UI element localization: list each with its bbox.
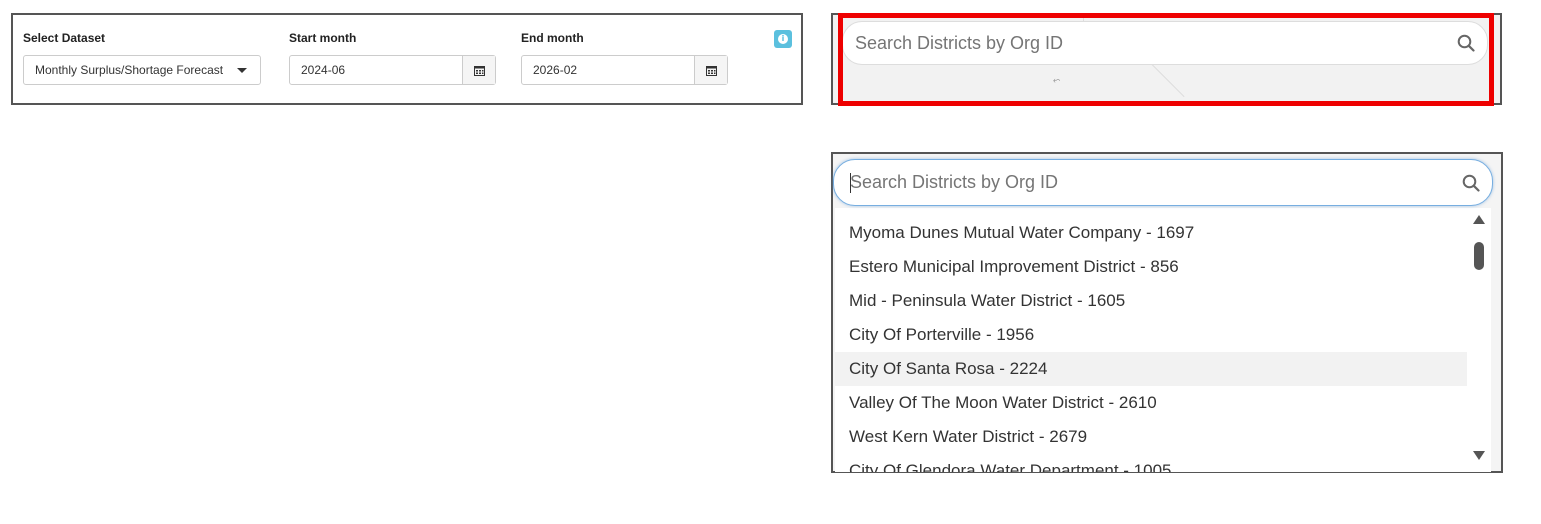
dataset-group: Select Dataset Monthly Surplus/Shortage … <box>23 31 261 85</box>
info-button[interactable]: i <box>774 30 792 48</box>
end-month-label: End month <box>521 31 584 45</box>
result-item[interactable]: City Of Porterville - 1956 <box>835 318 1467 352</box>
scroll-up-icon[interactable] <box>1473 215 1485 224</box>
result-item[interactable]: Valley Of The Moon Water District - 2610 <box>835 386 1467 420</box>
calendar-icon[interactable] <box>694 56 727 84</box>
highlight-box <box>838 13 1494 106</box>
start-month-group: Start month 2024-06 <box>289 31 496 85</box>
caret-down-icon <box>237 68 247 73</box>
district-search-bar-focused[interactable] <box>833 159 1493 206</box>
result-item[interactable]: West Kern Water District - 2679 <box>835 420 1467 454</box>
result-item[interactable]: Estero Municipal Improvement District - … <box>835 250 1467 284</box>
start-month-value: 2024-06 <box>301 63 346 77</box>
result-item[interactable]: City Of Glendora Water Department - 1005 <box>835 454 1467 472</box>
calendar-icon[interactable] <box>462 56 495 84</box>
search-results-list: Myoma Dunes Mutual Water Company - 1697 … <box>835 208 1491 472</box>
results-scrollbar[interactable] <box>1470 208 1490 472</box>
district-search-input[interactable] <box>850 172 1462 193</box>
end-month-value: 2026-02 <box>533 63 578 77</box>
result-item-highlighted[interactable]: City Of Santa Rosa - 2224 <box>835 352 1467 386</box>
result-item[interactable]: Myoma Dunes Mutual Water Company - 1697 <box>835 216 1467 250</box>
start-month-label: Start month <box>289 31 357 45</box>
result-item[interactable]: Mid - Peninsula Water District - 1605 <box>835 284 1467 318</box>
info-icon: i <box>778 34 788 44</box>
end-month-group: End month 2026-02 <box>521 31 728 85</box>
scroll-down-icon[interactable] <box>1473 451 1485 460</box>
search-results-dropdown: Myoma Dunes Mutual Water Company - 1697 … <box>835 208 1491 472</box>
dataset-value: Monthly Surplus/Shortage Forecast <box>35 63 224 77</box>
start-month-input[interactable]: 2024-06 <box>289 55 496 85</box>
end-month-input[interactable]: 2026-02 <box>521 55 728 85</box>
search-icon[interactable] <box>1462 174 1492 192</box>
dataset-label: Select Dataset <box>23 31 106 45</box>
dataset-filter-panel: Select Dataset Monthly Surplus/Shortage … <box>11 13 803 105</box>
scroll-thumb[interactable] <box>1474 242 1484 270</box>
dataset-dropdown[interactable]: Monthly Surplus/Shortage Forecast <box>23 55 261 85</box>
